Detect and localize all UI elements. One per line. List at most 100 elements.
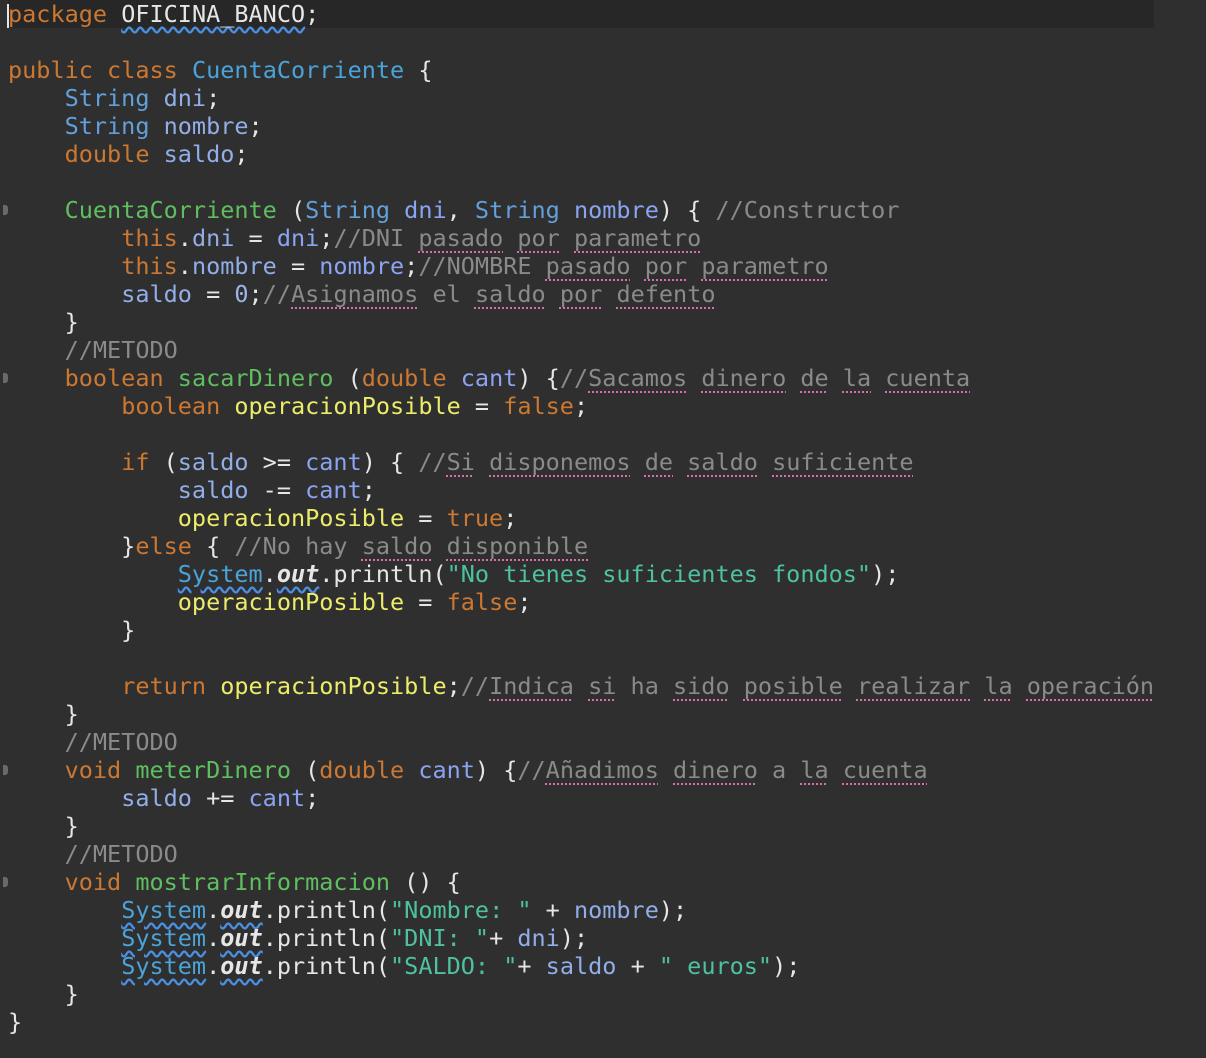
code-token: + <box>616 952 659 980</box>
code-line[interactable]: //METODO <box>8 336 1154 364</box>
code-line[interactable]: } <box>8 308 1154 336</box>
code-line[interactable]: operacionPosible = true; <box>8 504 1154 532</box>
fold-marker-icon[interactable] <box>3 205 8 215</box>
code-line[interactable]: void mostrarInformacion () { <box>8 868 1154 896</box>
code-token: pasado <box>545 252 631 280</box>
code-token: ( <box>276 196 306 224</box>
code-token: el <box>418 280 475 308</box>
code-line[interactable]: } <box>8 1008 1154 1036</box>
code-token: } <box>8 616 136 644</box>
code-token: ) { <box>361 448 419 476</box>
code-line[interactable]: System.out.println("Nombre: " + nombre); <box>8 896 1154 924</box>
code-line[interactable]: double saldo; <box>8 140 1154 168</box>
code-line[interactable]: //METODO <box>8 840 1154 868</box>
code-line[interactable] <box>8 28 1154 56</box>
code-lines[interactable]: package OFICINA_BANCO; public class Cuen… <box>3 0 1155 1036</box>
code-line[interactable]: System.out.println("DNI: "+ dni); <box>8 924 1154 952</box>
code-token: saldo <box>545 952 617 980</box>
code-line[interactable]: package OFICINA_BANCO; <box>7 0 1155 28</box>
code-line[interactable]: } <box>8 812 1154 840</box>
code-token: dinero <box>673 756 758 784</box>
code-line[interactable]: } <box>8 616 1154 644</box>
code-line[interactable] <box>8 644 1154 672</box>
code-line[interactable]: void meterDinero (double cant) {//Añadim… <box>8 756 1154 784</box>
code-token: CuentaCorriente <box>191 56 405 84</box>
code-token: por <box>517 224 560 252</box>
fold-marker-icon[interactable] <box>3 877 8 887</box>
code-line[interactable]: operacionPosible = false; <box>8 588 1154 616</box>
code-token: ; <box>305 784 320 812</box>
code-line[interactable]: //METODO <box>8 728 1154 756</box>
code-line[interactable]: saldo = 0;//Asignamos el saldo por defen… <box>8 280 1154 308</box>
code-token: } <box>8 980 79 1008</box>
code-token: >= <box>248 448 306 476</box>
code-token: String <box>64 112 150 140</box>
code-token: cant <box>305 448 362 476</box>
code-line[interactable] <box>8 168 1154 196</box>
fold-marker-icon[interactable] <box>3 373 8 383</box>
code-token: package <box>8 0 108 28</box>
code-editor[interactable]: package OFICINA_BANCO; public class Cuen… <box>0 0 1206 1058</box>
code-token: // <box>559 364 589 392</box>
code-token: operacionPosible <box>220 672 447 700</box>
code-token: //No hay <box>234 532 362 560</box>
code-line[interactable]: boolean sacarDinero (double cant) {//Sac… <box>8 364 1154 392</box>
code-token: . <box>177 252 192 280</box>
code-line[interactable]: return operacionPosible;//Indica si ha s… <box>8 672 1154 700</box>
code-line[interactable]: System.out.println("No tienes suficiente… <box>8 560 1154 588</box>
code-token: posible <box>743 672 843 700</box>
code-token: .println( <box>262 924 391 952</box>
code-token: } <box>8 308 79 336</box>
code-token: } <box>8 812 79 840</box>
code-token: . <box>177 224 192 252</box>
code-line[interactable]: this.nombre = nombre;//NOMBRE pasado por… <box>8 252 1154 280</box>
code-token: la <box>842 364 872 392</box>
code-token: double <box>319 756 405 784</box>
code-token: ; <box>305 0 320 28</box>
code-token: } <box>8 700 79 728</box>
code-token: String <box>305 196 391 224</box>
code-token: nombre <box>573 196 659 224</box>
code-line[interactable]: this.dni = dni;//DNI pasado por parametr… <box>8 224 1154 252</box>
code-line[interactable]: public class CuentaCorriente { <box>8 56 1154 84</box>
code-token: = <box>191 280 235 308</box>
fold-marker-icon[interactable] <box>3 765 8 775</box>
code-token: true <box>446 504 504 532</box>
code-token: { <box>191 532 235 560</box>
code-token: String <box>474 196 560 224</box>
code-line[interactable]: String dni; <box>8 84 1154 112</box>
code-line[interactable]: saldo += cant; <box>8 784 1154 812</box>
code-token: = <box>404 504 447 532</box>
code-token: , <box>446 196 475 224</box>
code-line[interactable]: } <box>8 700 1154 728</box>
code-line[interactable]: } <box>8 980 1154 1008</box>
code-line[interactable]: System.out.println("SALDO: "+ saldo + " … <box>8 952 1154 980</box>
code-token: else <box>135 532 192 560</box>
code-token: ); <box>871 560 900 588</box>
code-token: cuenta <box>885 364 971 392</box>
code-line[interactable]: String nombre; <box>8 112 1154 140</box>
code-line[interactable] <box>8 420 1154 448</box>
code-token: ) { <box>517 364 560 392</box>
code-line[interactable]: if (saldo >= cant) { //Si disponemos de … <box>8 448 1154 476</box>
code-line[interactable]: boolean operacionPosible = false; <box>8 392 1154 420</box>
code-line[interactable]: saldo -= cant; <box>8 476 1154 504</box>
code-line[interactable]: }else { //No hay saldo disponible <box>8 532 1154 560</box>
code-line[interactable]: CuentaCorriente (String dni, String nomb… <box>8 196 1154 224</box>
code-token: "Nombre: " <box>390 896 532 924</box>
code-token: ; <box>206 84 221 112</box>
